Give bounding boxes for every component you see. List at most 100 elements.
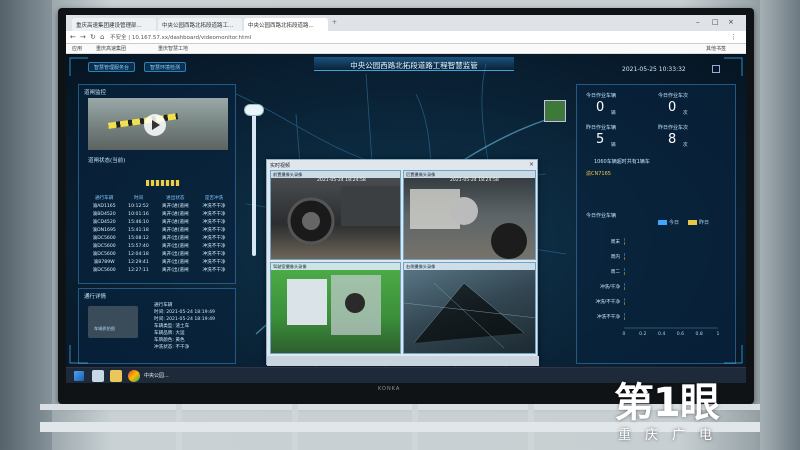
bookmark-apps[interactable]: 应用 (72, 45, 82, 52)
dashboard: 智慧管理服务台 智慧环境检测 中央公园西路北拓段道路工程智慧监管 2021-05… (66, 54, 746, 367)
legend-swatch-today (658, 220, 667, 225)
video-control-bar[interactable] (267, 356, 539, 366)
map-zoom-slider[interactable] (252, 106, 256, 256)
table-cell: 渝AD1165 (92, 204, 116, 209)
start-button[interactable] (74, 371, 84, 381)
gate-section-title: 道闸监控 (84, 90, 107, 96)
vehicle-capture-image[interactable]: 车辆抓拍图 (88, 306, 138, 338)
folder-icon[interactable] (110, 370, 122, 382)
photo-scene: KONKA 重庆高速集团建设管理部... 中央公园西路北拓段道路工... 中央公… (0, 0, 800, 450)
front-video-scene (287, 186, 400, 245)
taskbar-app-label[interactable]: 中央公园... (144, 372, 169, 379)
table-cell: 12:04:18 (128, 251, 149, 257)
bookmark-1[interactable]: 重庆高速集团 (96, 45, 126, 52)
ie-icon[interactable] (92, 370, 104, 382)
bookmark-2[interactable]: 重庆智慧工地 (158, 45, 188, 52)
table-cell: 渝DC5600 (92, 236, 116, 241)
dash-tab-2[interactable]: 智慧环境检测 (144, 62, 187, 72)
table-cell: 离开(出)道闸 (162, 244, 189, 249)
pass-section-title: 通行详情 (84, 294, 107, 300)
gate-video-thumbnail[interactable] (88, 98, 228, 150)
table-cell: 离开(出)道闸 (162, 236, 189, 241)
table-cell: 离开(进)道闸 (162, 212, 189, 217)
table-row[interactable]: 渝DC5600 15:08:12 离开(出)道闸 冲洗不干净 (86, 234, 232, 242)
video-frame-front[interactable]: 前置摄像头录像 2021-05-24 18:24:58 (270, 170, 401, 260)
rear-video-scene (410, 189, 527, 259)
table-cell: 12:29:41 (128, 259, 149, 265)
ranking-item: 渝CN7165 (586, 171, 611, 177)
video-frame-rear[interactable]: 后置摄像头录像 2021-05-24 18:24:58 (403, 170, 536, 260)
close-window-icon[interactable]: × (728, 18, 734, 26)
table-cell: 15:08:12 (128, 235, 149, 241)
url-input[interactable]: 不安全 | 10.167.57.xx/dashboard/videomonito… (110, 33, 670, 42)
dash-tab-1[interactable]: 智慧管理服务台 (88, 62, 136, 72)
map-layer-toggle[interactable] (544, 100, 566, 122)
table-cell: 冲洗不干净 (202, 252, 226, 257)
legend-label-yesterday: 昨日 (699, 220, 710, 226)
map-zoom-knob[interactable] (244, 104, 264, 116)
new-tab-button[interactable]: + (332, 19, 337, 26)
chart-tick-label: 0.2 (639, 331, 646, 337)
stat-unit: 次 (683, 111, 688, 116)
table-cell: 15:57:40 (128, 243, 149, 249)
chart-title: 今日作业车辆 (586, 213, 617, 219)
stat-unit: 次 (683, 143, 688, 148)
browser-tab-2[interactable]: 中央公园西路北拓段道路工... (158, 18, 242, 31)
pass-info-line: 时间: 2021-05-24 18:19:49 (154, 317, 215, 322)
table-cell: 渝BD4520 (92, 212, 116, 217)
table-cell: 离开(出)道闸 (162, 252, 189, 257)
browser-tab-3[interactable]: 中央公园西路北拓段道路... (244, 18, 328, 31)
gate-barrier (107, 113, 179, 129)
chart-category-label: 周内 (611, 253, 621, 260)
table-cell: 冲洗不干净 (202, 268, 226, 273)
chart-bar (624, 238, 625, 241)
chart-bar (624, 242, 625, 245)
table-cell: 离开(进)道闸 (162, 204, 189, 209)
stat-label: 昨日作业车次 (658, 125, 689, 131)
table-row[interactable]: 渝DC5600 12:27:11 离开(出)道闸 冲洗不干净 (86, 266, 232, 274)
chart-bar (624, 283, 625, 286)
table-cell: 渝DC5600 (92, 252, 116, 257)
fullscreen-icon[interactable] (712, 65, 720, 73)
pass-info: 通行车辆 时间: 2021-05-24 18:19:49 时间: 2021-05… (154, 302, 215, 351)
play-icon[interactable] (144, 114, 166, 136)
video-frame-cab[interactable]: 驾驶室摄像头录像 (270, 262, 401, 354)
capture-label: 车辆抓拍图 (94, 326, 115, 331)
table-row[interactable]: 渝B789W 12:29:41 离开(出)道闸 冲洗不干净 (86, 258, 232, 266)
home-icon[interactable]: ⌂ (100, 33, 104, 41)
table-cell: 冲洗不干净 (202, 236, 226, 241)
browser-tab-1[interactable]: 重庆高速集团建设管理部... (72, 18, 156, 31)
chart-bar (624, 253, 625, 256)
back-icon[interactable]: ← (70, 33, 76, 41)
stat-unit: 辆 (611, 111, 616, 116)
table-row[interactable]: 渝AD1165 10:12:52 离开(进)道闸 冲洗不干净 (86, 202, 232, 210)
table-cell: 冲洗不干净 (202, 244, 226, 249)
table-row[interactable]: 渝DN1695 15:41:18 离开(进)道闸 冲洗不干净 (86, 226, 232, 234)
chart-category-label: 冲洗不干净 (597, 313, 620, 320)
table-row[interactable]: 渝BD4520 10:01:16 离开(进)道闸 冲洗不干净 (86, 210, 232, 218)
stat-value: 0 (596, 100, 605, 115)
gate-records-table: 通行车辆 时间 进出状态 是否冲洗 渝AD1165 10:12:52 离开(进)道闸… (86, 194, 232, 274)
table-row[interactable]: 渝DC5600 12:04:18 离开(出)道闸 冲洗不干净 (86, 250, 232, 258)
chrome-icon[interactable] (128, 370, 140, 382)
wall-right (760, 0, 800, 450)
forward-icon[interactable]: → (80, 33, 86, 41)
reload-icon[interactable]: ↻ (90, 33, 96, 41)
video-frame-right[interactable]: 右侧摄像头录像 (403, 262, 536, 354)
table-cell: 离开(出)道闸 (162, 260, 189, 265)
other-bookmarks[interactable]: 其他书签 (706, 45, 726, 52)
chart-bar (624, 313, 625, 316)
table-cell: 10:12:52 (128, 203, 149, 209)
chart-tick-label: 0 (623, 331, 626, 337)
bookmarks-bar: 应用 重庆高速集团 重庆智慧工地 其他书签 (66, 44, 746, 54)
minimize-icon[interactable]: – (696, 18, 700, 26)
popup-close-button[interactable]: × (529, 161, 534, 168)
pass-info-line: 车辆品牌: 大运 (154, 331, 185, 336)
table-row[interactable]: 渝CD4520 15:46:10 离开(进)道闸 冲洗不干净 (86, 218, 232, 226)
table-cell: 离开(出)道闸 (162, 268, 189, 273)
table-cell: 15:41:18 (128, 227, 149, 233)
table-row[interactable]: 渝DC5600 15:57:40 离开(出)道闸 冲洗不干净 (86, 242, 232, 250)
browser-menu-icon[interactable]: ⋮ (730, 33, 737, 41)
maximize-icon[interactable]: □ (712, 18, 719, 26)
tab-label: 重庆高速集团建设管理部... (76, 23, 142, 29)
